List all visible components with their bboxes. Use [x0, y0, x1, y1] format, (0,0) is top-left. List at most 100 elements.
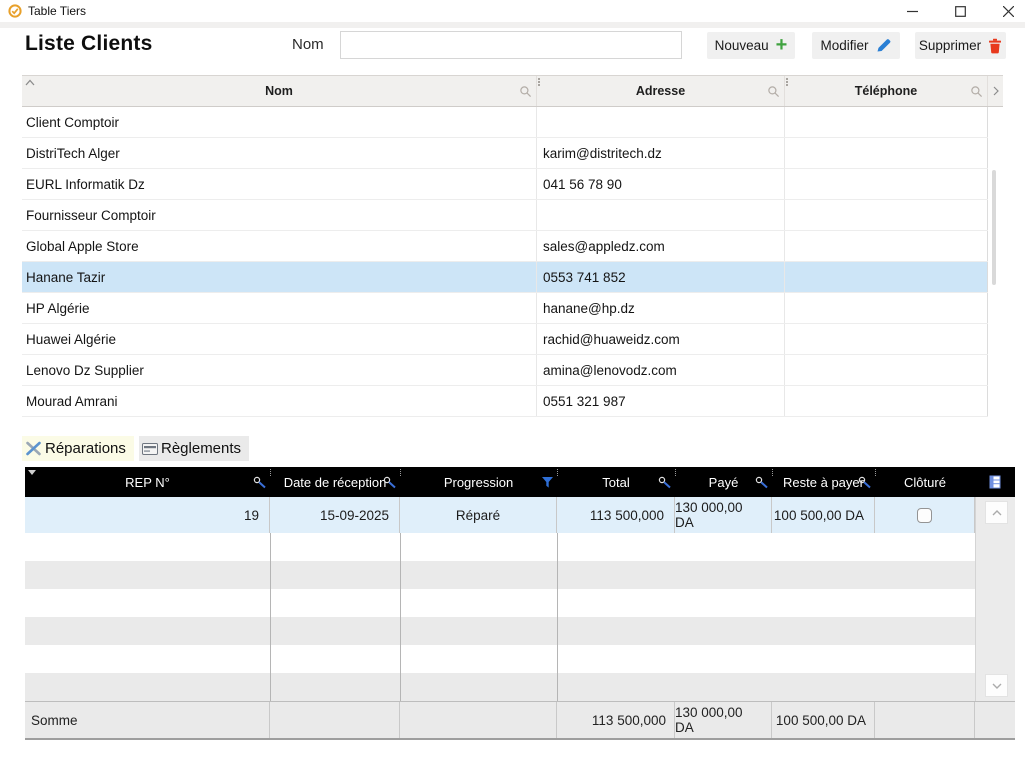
client-cell-nom: Fournisseur Comptoir	[22, 200, 537, 230]
trash-icon	[988, 38, 1002, 54]
repair-empty-row	[25, 533, 975, 561]
column-header-paye[interactable]: Payé	[675, 467, 772, 497]
repairs-summary-row: Somme 113 500,000 130 000,00 DA 100 500,…	[25, 701, 1015, 740]
column-chooser-icon	[989, 475, 1001, 489]
more-columns-button[interactable]	[988, 76, 1003, 106]
client-row[interactable]: EURL Informatik Dz041 56 78 90	[22, 169, 988, 200]
chevron-down-icon	[992, 683, 1002, 689]
client-row[interactable]: DistriTech Algerkarim@distritech.dz	[22, 138, 988, 169]
column-chooser-button[interactable]	[975, 467, 1015, 497]
minimize-button[interactable]	[894, 0, 930, 22]
repair-row[interactable]: 19 15-09-2025 Réparé 113 500,000 130 000…	[25, 497, 975, 533]
cell-paye: 130 000,00 DA	[675, 497, 772, 533]
column-header-adresse[interactable]: Adresse	[537, 76, 785, 106]
tab-reglements[interactable]: Règlements	[139, 436, 249, 461]
filter-icon[interactable]	[541, 476, 554, 489]
column-header-total[interactable]: Total	[557, 467, 675, 497]
grid-line	[400, 533, 401, 701]
delete-button[interactable]: Supprimer	[915, 32, 1006, 59]
client-cell-nom: Lenovo Dz Supplier	[22, 355, 537, 385]
client-cell-tel	[785, 355, 988, 385]
tab-label: Règlements	[161, 440, 241, 457]
cell-total: 113 500,000	[557, 497, 675, 533]
clients-table-header: Nom Adresse Téléphone	[22, 75, 1003, 107]
new-button-label: Nouveau	[715, 38, 769, 53]
search-input[interactable]	[340, 31, 682, 59]
client-row[interactable]: HP Algériehanane@hp.dz	[22, 293, 988, 324]
app-icon	[8, 4, 22, 18]
column-resize-handle[interactable]	[270, 469, 271, 476]
cloture-checkbox[interactable]	[917, 508, 932, 523]
column-header-telephone[interactable]: Téléphone	[785, 76, 988, 106]
client-row[interactable]: Mourad Amrani0551 321 987	[22, 386, 988, 417]
column-resize-handle[interactable]	[557, 469, 558, 476]
client-row[interactable]: Lenovo Dz Supplieramina@lenovodz.com	[22, 355, 988, 386]
clients-table-body: Client ComptoirDistriTech Algerkarim@dis…	[22, 107, 988, 417]
column-resize-handle[interactable]	[772, 469, 773, 476]
repair-empty-row	[25, 617, 975, 645]
client-cell-tel	[785, 324, 988, 354]
new-button[interactable]: Nouveau+	[707, 32, 795, 59]
search-column-icon[interactable]	[970, 85, 983, 98]
repairs-scrollbar[interactable]	[975, 497, 1015, 701]
client-cell-adresse: karim@distritech.dz	[537, 138, 785, 168]
column-header-cloture[interactable]: Clôturé	[875, 467, 975, 497]
column-label: Date de réception	[284, 475, 387, 490]
client-row[interactable]: Hanane Tazir0553 741 852	[22, 262, 988, 293]
search-column-icon[interactable]	[383, 476, 397, 489]
close-button[interactable]	[990, 0, 1025, 22]
client-cell-tel	[785, 386, 988, 416]
column-header-date[interactable]: Date de réception	[270, 467, 400, 497]
page-title: Liste Clients	[25, 32, 152, 56]
client-cell-adresse: rachid@huaweidz.com	[537, 324, 785, 354]
search-column-icon[interactable]	[767, 85, 780, 98]
client-row[interactable]: Global Apple Storesales@appledz.com	[22, 231, 988, 262]
client-cell-adresse: hanane@hp.dz	[537, 293, 785, 323]
search-column-icon[interactable]	[253, 476, 267, 489]
client-row[interactable]: Client Comptoir	[22, 107, 988, 138]
grid-line	[557, 533, 558, 701]
search-column-icon[interactable]	[755, 476, 769, 489]
client-cell-nom: Hanane Tazir	[22, 262, 537, 292]
repairs-table-header: REP N° Date de réception Progression Tot…	[25, 467, 1015, 497]
tools-icon	[25, 441, 42, 456]
search-column-icon[interactable]	[658, 476, 672, 489]
column-label: Nom	[265, 84, 293, 98]
client-row[interactable]: Fournisseur Comptoir	[22, 200, 988, 231]
column-header-progression[interactable]: Progression	[400, 467, 557, 497]
client-cell-tel	[785, 138, 988, 168]
client-row[interactable]: Huawei Algérierachid@huaweidz.com	[22, 324, 988, 355]
scroll-up-button[interactable]	[985, 501, 1008, 524]
chevron-right-icon	[993, 86, 999, 96]
column-header-rep[interactable]: REP N°	[25, 467, 270, 497]
scroll-down-button[interactable]	[985, 674, 1008, 697]
card-icon	[142, 443, 158, 455]
repairs-empty-rows	[25, 533, 975, 701]
repair-empty-row	[25, 645, 975, 673]
column-resize-handle[interactable]	[675, 469, 676, 476]
column-resize-handle[interactable]	[786, 78, 788, 86]
client-cell-adresse: sales@appledz.com	[537, 231, 785, 261]
column-label: Téléphone	[855, 84, 918, 98]
column-resize-handle[interactable]	[400, 469, 401, 476]
titlebar: Table Tiers	[0, 0, 1025, 22]
client-cell-nom: Mourad Amrani	[22, 386, 537, 416]
tab-reparations[interactable]: Réparations	[22, 436, 134, 461]
column-resize-handle[interactable]	[875, 469, 876, 476]
column-header-nom[interactable]: Nom	[22, 76, 537, 106]
column-header-reste[interactable]: Reste à payer	[772, 467, 875, 497]
grid-line	[270, 533, 271, 701]
search-column-icon[interactable]	[519, 85, 532, 98]
column-label: REP N°	[125, 475, 170, 490]
summary-empty	[975, 702, 1015, 738]
client-cell-tel	[785, 231, 988, 261]
column-resize-handle[interactable]	[538, 78, 540, 86]
edit-button[interactable]: Modifier	[812, 32, 900, 59]
search-column-icon[interactable]	[858, 476, 872, 489]
maximize-button[interactable]	[942, 0, 978, 22]
cell-date: 15-09-2025	[270, 497, 400, 533]
clients-scrollbar-thumb[interactable]	[992, 170, 996, 285]
client-cell-adresse	[537, 200, 785, 230]
cell-reste: 100 500,00 DA	[772, 497, 875, 533]
client-cell-nom: EURL Informatik Dz	[22, 169, 537, 199]
